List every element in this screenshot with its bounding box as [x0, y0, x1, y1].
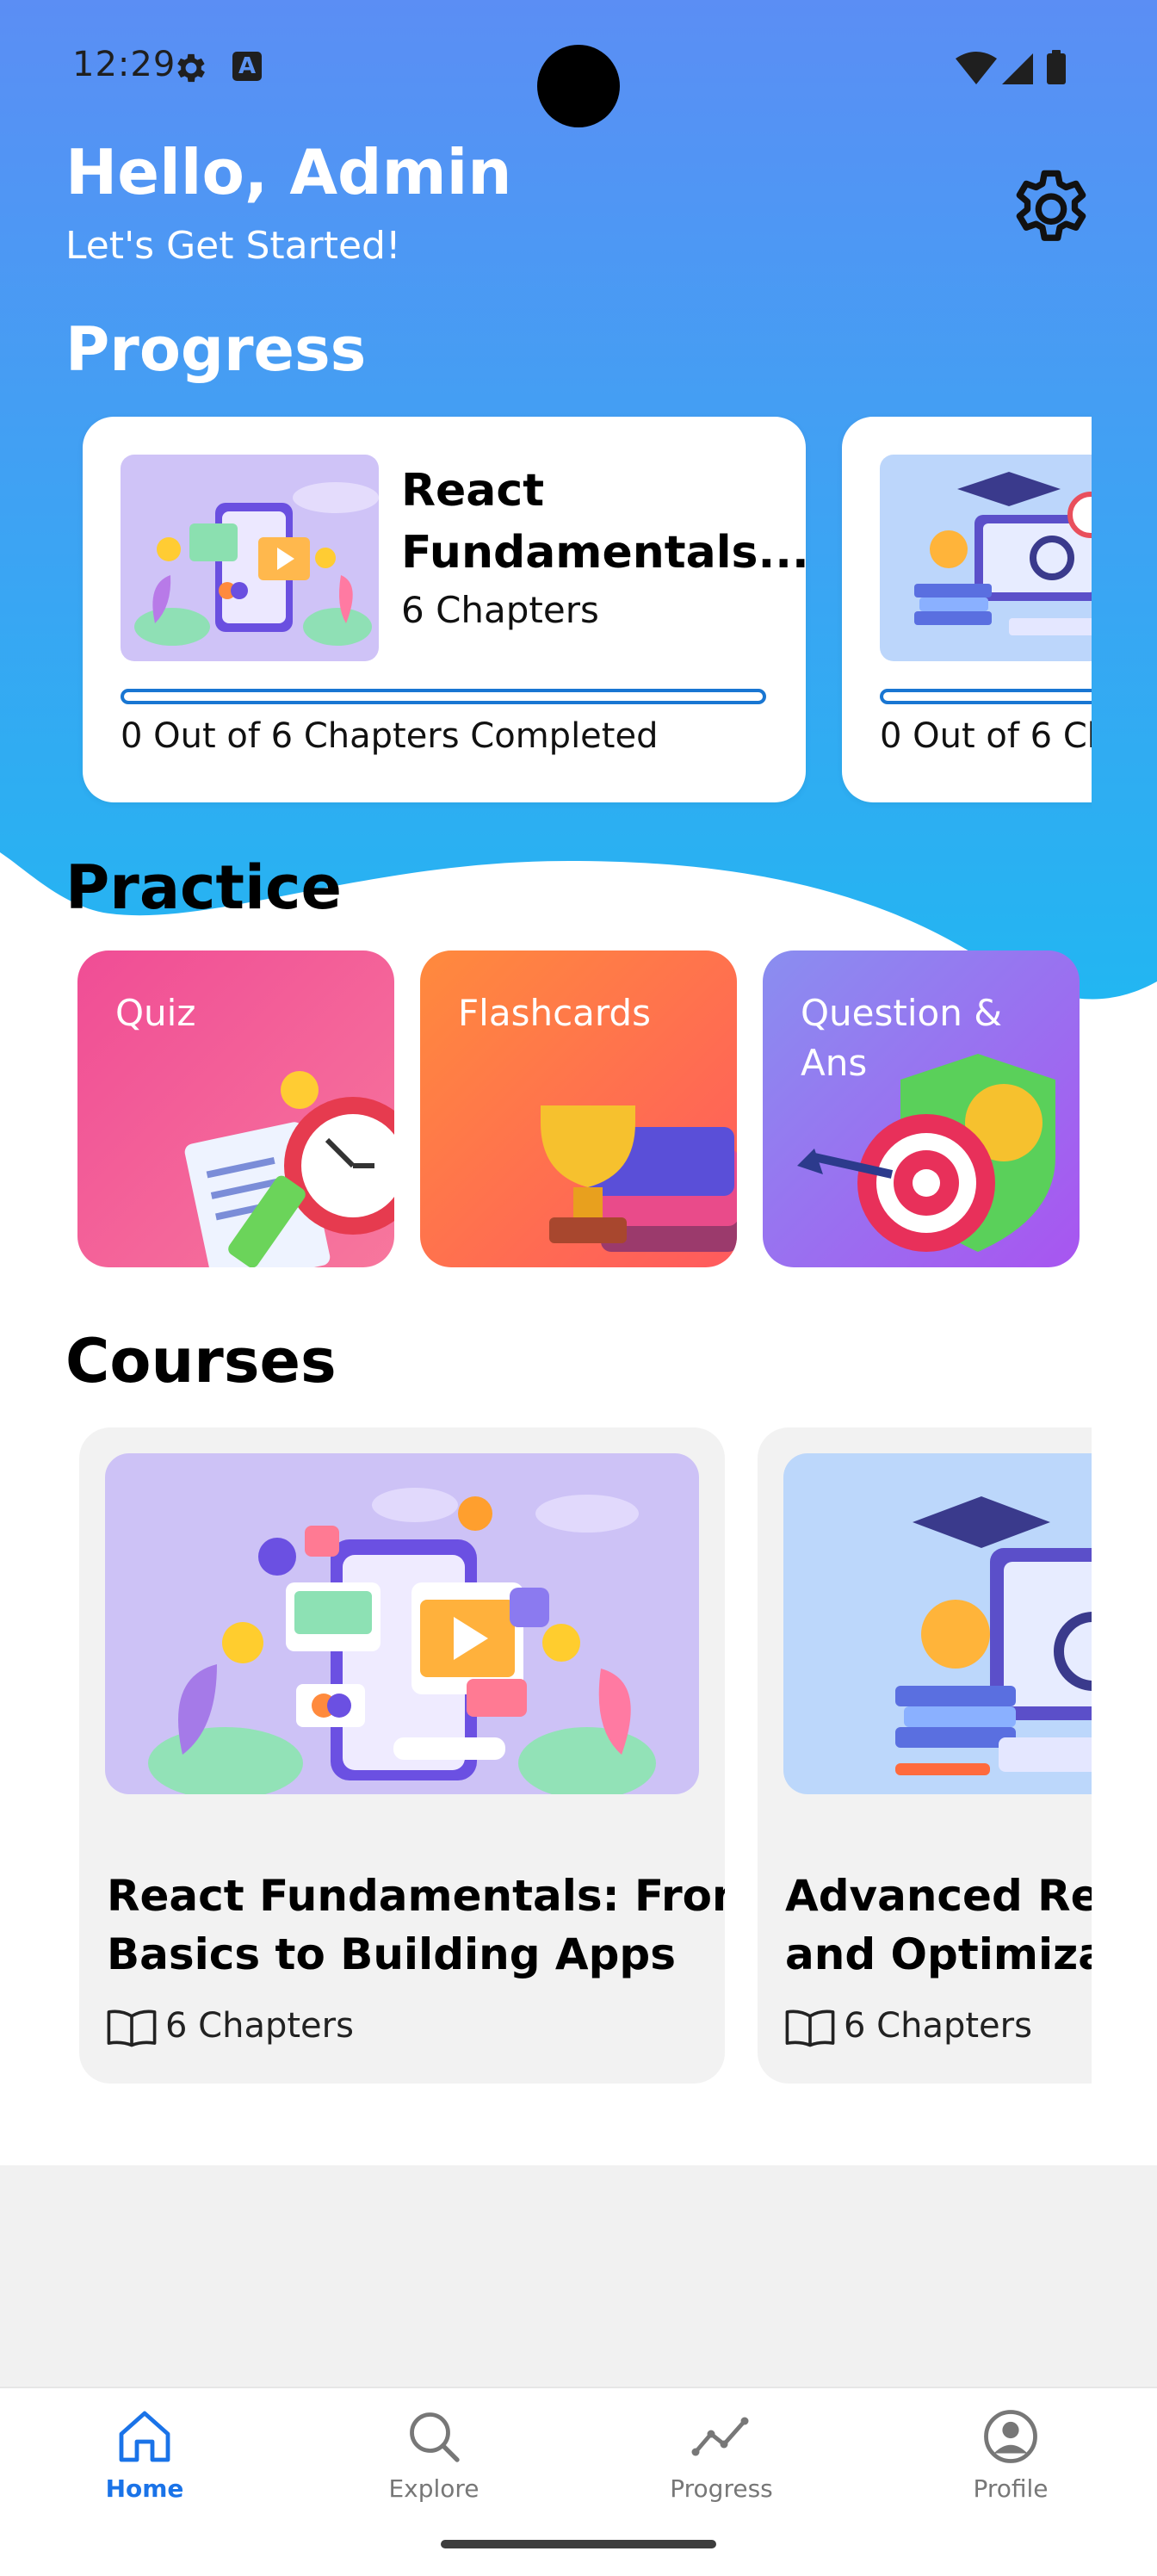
- course-thumbnail: [880, 455, 1092, 661]
- course-card[interactable]: React Fundamentals: From Basics to Build…: [79, 1427, 725, 2084]
- course-card-meta: 6 Chapters: [785, 2006, 1032, 2047]
- nav-home[interactable]: Home: [59, 2406, 231, 2526]
- practice-qa-card[interactable]: Question & Ans: [763, 951, 1080, 1267]
- horizontal-scroll-area: React Fundamentals... 6 Chapters 0 Out o…: [0, 0, 1092, 2576]
- progress-card-status: 0 Out of 6 Chapters Completed: [121, 716, 659, 756]
- course-image: [105, 1453, 699, 1794]
- course-card[interactable]: Advanced Reac and Optimizat 6 Chapters: [758, 1427, 1092, 2084]
- progress-card-chapters: 6 Chapters: [401, 589, 599, 631]
- book-icon: [785, 2009, 835, 2047]
- progress-card-status: 0 Out of 6 Ch: [880, 716, 1092, 756]
- practice-card-label: Flashcards: [458, 992, 651, 1034]
- course-thumbnail: [121, 455, 379, 661]
- course-card-chapters: 6 Chapters: [165, 2006, 354, 2046]
- practice-quiz-card[interactable]: Quiz: [77, 951, 394, 1267]
- gesture-home-indicator[interactable]: [441, 2540, 716, 2548]
- book-icon: [107, 2009, 157, 2047]
- course-title-line: Basics to Building Apps: [107, 1929, 676, 1979]
- course-card-title: React Fundamentals: From Basics to Build…: [107, 1867, 725, 1984]
- course-card-title: Advanced Reac and Optimizat: [785, 1867, 1092, 1984]
- course-image: [783, 1453, 1092, 1794]
- nav-label: Home: [105, 2474, 184, 2503]
- courses-section-title: Courses: [65, 1326, 337, 1396]
- practice-section-title: Practice: [65, 852, 342, 923]
- course-title-line: Advanced Reac: [785, 1871, 1092, 1921]
- profile-icon: [984, 2410, 1037, 2463]
- practice-flashcards-card[interactable]: Flashcards: [420, 951, 737, 1267]
- nav-progress[interactable]: Progress: [635, 2406, 807, 2526]
- course-title-line: and Optimizat: [785, 1929, 1092, 1979]
- practice-card-label: Quiz: [115, 992, 196, 1034]
- progress-card[interactable]: 0 Out of 6 Ch: [842, 417, 1092, 802]
- search-icon: [410, 2412, 460, 2462]
- nav-label: Explore: [388, 2474, 480, 2503]
- course-card-chapters: 6 Chapters: [844, 2006, 1032, 2046]
- progress-card-title: React Fundamentals...: [401, 465, 809, 579]
- app-screen: 12:29 A Hello, Admin Let's Get Started! …: [0, 0, 1157, 2576]
- nav-label: Progress: [670, 2474, 773, 2503]
- nav-profile[interactable]: Profile: [925, 2406, 1097, 2526]
- nav-label: Profile: [973, 2474, 1049, 2503]
- progress-card[interactable]: React Fundamentals... 6 Chapters 0 Out o…: [83, 417, 809, 802]
- home-icon: [119, 2411, 170, 2462]
- course-title-line: React Fundamentals: From: [107, 1871, 725, 1921]
- progress-chart-icon: [691, 2417, 749, 2456]
- practice-card-label: Question & Ans: [801, 992, 1002, 1084]
- nav-explore[interactable]: Explore: [348, 2406, 520, 2526]
- course-card-meta: 6 Chapters: [107, 2006, 354, 2047]
- progress-bar: [121, 689, 766, 704]
- progress-bar: [880, 689, 1092, 704]
